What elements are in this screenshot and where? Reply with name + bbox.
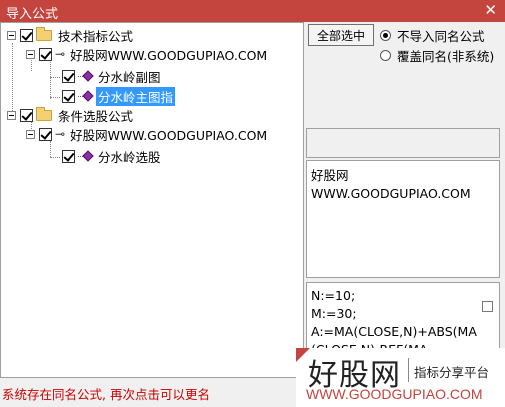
status-message: 系统存在同名公式, 再次点击可以更名 <box>2 387 210 402</box>
radio-overwrite-duplicates[interactable]: 覆盖同名(非系统) <box>380 46 494 65</box>
tree-connector <box>50 157 60 158</box>
radio-button[interactable] <box>380 30 391 41</box>
title-bar: 导入公式 ✕ <box>0 0 505 22</box>
tree-node-label: 分水岭副图 <box>98 69 161 85</box>
formula-diamond-icon <box>78 150 94 162</box>
node-checkbox[interactable] <box>39 47 52 61</box>
formula-diamond-icon <box>78 70 94 82</box>
empty-field <box>306 128 500 158</box>
node-checkbox[interactable] <box>62 149 75 163</box>
folder-icon <box>36 106 52 121</box>
radio-label: 覆盖同名(非系统) <box>397 49 495 64</box>
formula-diamond-icon <box>78 90 94 102</box>
tree-node-label: 技术指标公式 <box>58 28 134 44</box>
watermark-url: WWW.GOODGUPIAO.COM <box>306 386 483 402</box>
tree-node-formula[interactable]: 分水岭选股 <box>62 147 163 165</box>
tree-node-group[interactable]: ⊸ 好股网WWW.GOODGUPIAO.COM <box>26 125 269 143</box>
collapse-icon[interactable] <box>26 49 35 59</box>
code-line: M:=30; <box>311 306 357 321</box>
tree-node-label: 好股网WWW.GOODGUPIAO.COM <box>70 127 268 143</box>
node-checkbox[interactable] <box>62 69 75 83</box>
node-checkbox[interactable] <box>20 108 33 122</box>
node-checkbox[interactable] <box>20 28 33 42</box>
code-line: A:=MA(CLOSE,N)+ABS(MA <box>311 324 477 339</box>
tree-node-folder-screening[interactable]: 条件选股公式 <box>7 106 135 124</box>
tree-node-formula-selected[interactable]: 分水岭主图指 <box>62 86 176 106</box>
key-icon: ⊸ <box>55 47 66 61</box>
tree-node-label: 好股网WWW.GOODGUPIAO.COM <box>70 47 268 63</box>
code-line: N:=10; <box>311 288 356 303</box>
radio-button[interactable] <box>380 50 391 61</box>
tree-connector <box>50 97 60 98</box>
folder-icon <box>36 26 52 41</box>
watermark: 好股网 指标分享平台 WWW.GOODGUPIAO.COM <box>296 348 505 407</box>
collapse-icon[interactable] <box>7 30 16 40</box>
tree-node-group[interactable]: ⊸ 好股网WWW.GOODGUPIAO.COM <box>26 45 269 63</box>
node-checkbox[interactable] <box>39 127 52 141</box>
tree-connector <box>50 141 51 157</box>
formula-description: 好股网 WWW.GOODGUPIAO.COM <box>306 160 500 278</box>
tree-node-label: 分水岭选股 <box>98 149 161 165</box>
scroll-checkbox[interactable] <box>482 301 493 312</box>
tree-node-label: 条件选股公式 <box>58 108 134 124</box>
collapse-icon[interactable] <box>26 129 35 139</box>
description-line: WWW.GOODGUPIAO.COM <box>311 186 471 201</box>
tree-node-folder-indicators[interactable]: 技术指标公式 <box>7 26 135 44</box>
tree-connector <box>50 59 51 99</box>
radio-label: 不导入同名公式 <box>397 29 485 44</box>
window-title: 导入公式 <box>6 7 59 22</box>
formula-tree[interactable]: 技术指标公式 ⊸ 好股网WWW.GOODGUPIAO.COM 分水岭副图 分水岭… <box>0 22 304 378</box>
select-all-button[interactable]: 全部选中 <box>308 24 374 46</box>
tree-connector <box>50 77 60 78</box>
tree-node-label: 分水岭主图指 <box>96 86 176 106</box>
watermark-tagline: 指标分享平台 <box>414 365 490 380</box>
node-checkbox[interactable] <box>62 89 75 103</box>
watermark-divider <box>408 358 409 382</box>
radio-skip-duplicates[interactable]: 不导入同名公式 <box>380 26 485 45</box>
collapse-icon[interactable] <box>7 110 16 120</box>
key-icon: ⊸ <box>55 127 66 141</box>
close-icon[interactable]: ✕ <box>484 1 497 19</box>
description-line: 好股网 <box>311 168 349 183</box>
tree-node-formula[interactable]: 分水岭副图 <box>62 67 163 85</box>
